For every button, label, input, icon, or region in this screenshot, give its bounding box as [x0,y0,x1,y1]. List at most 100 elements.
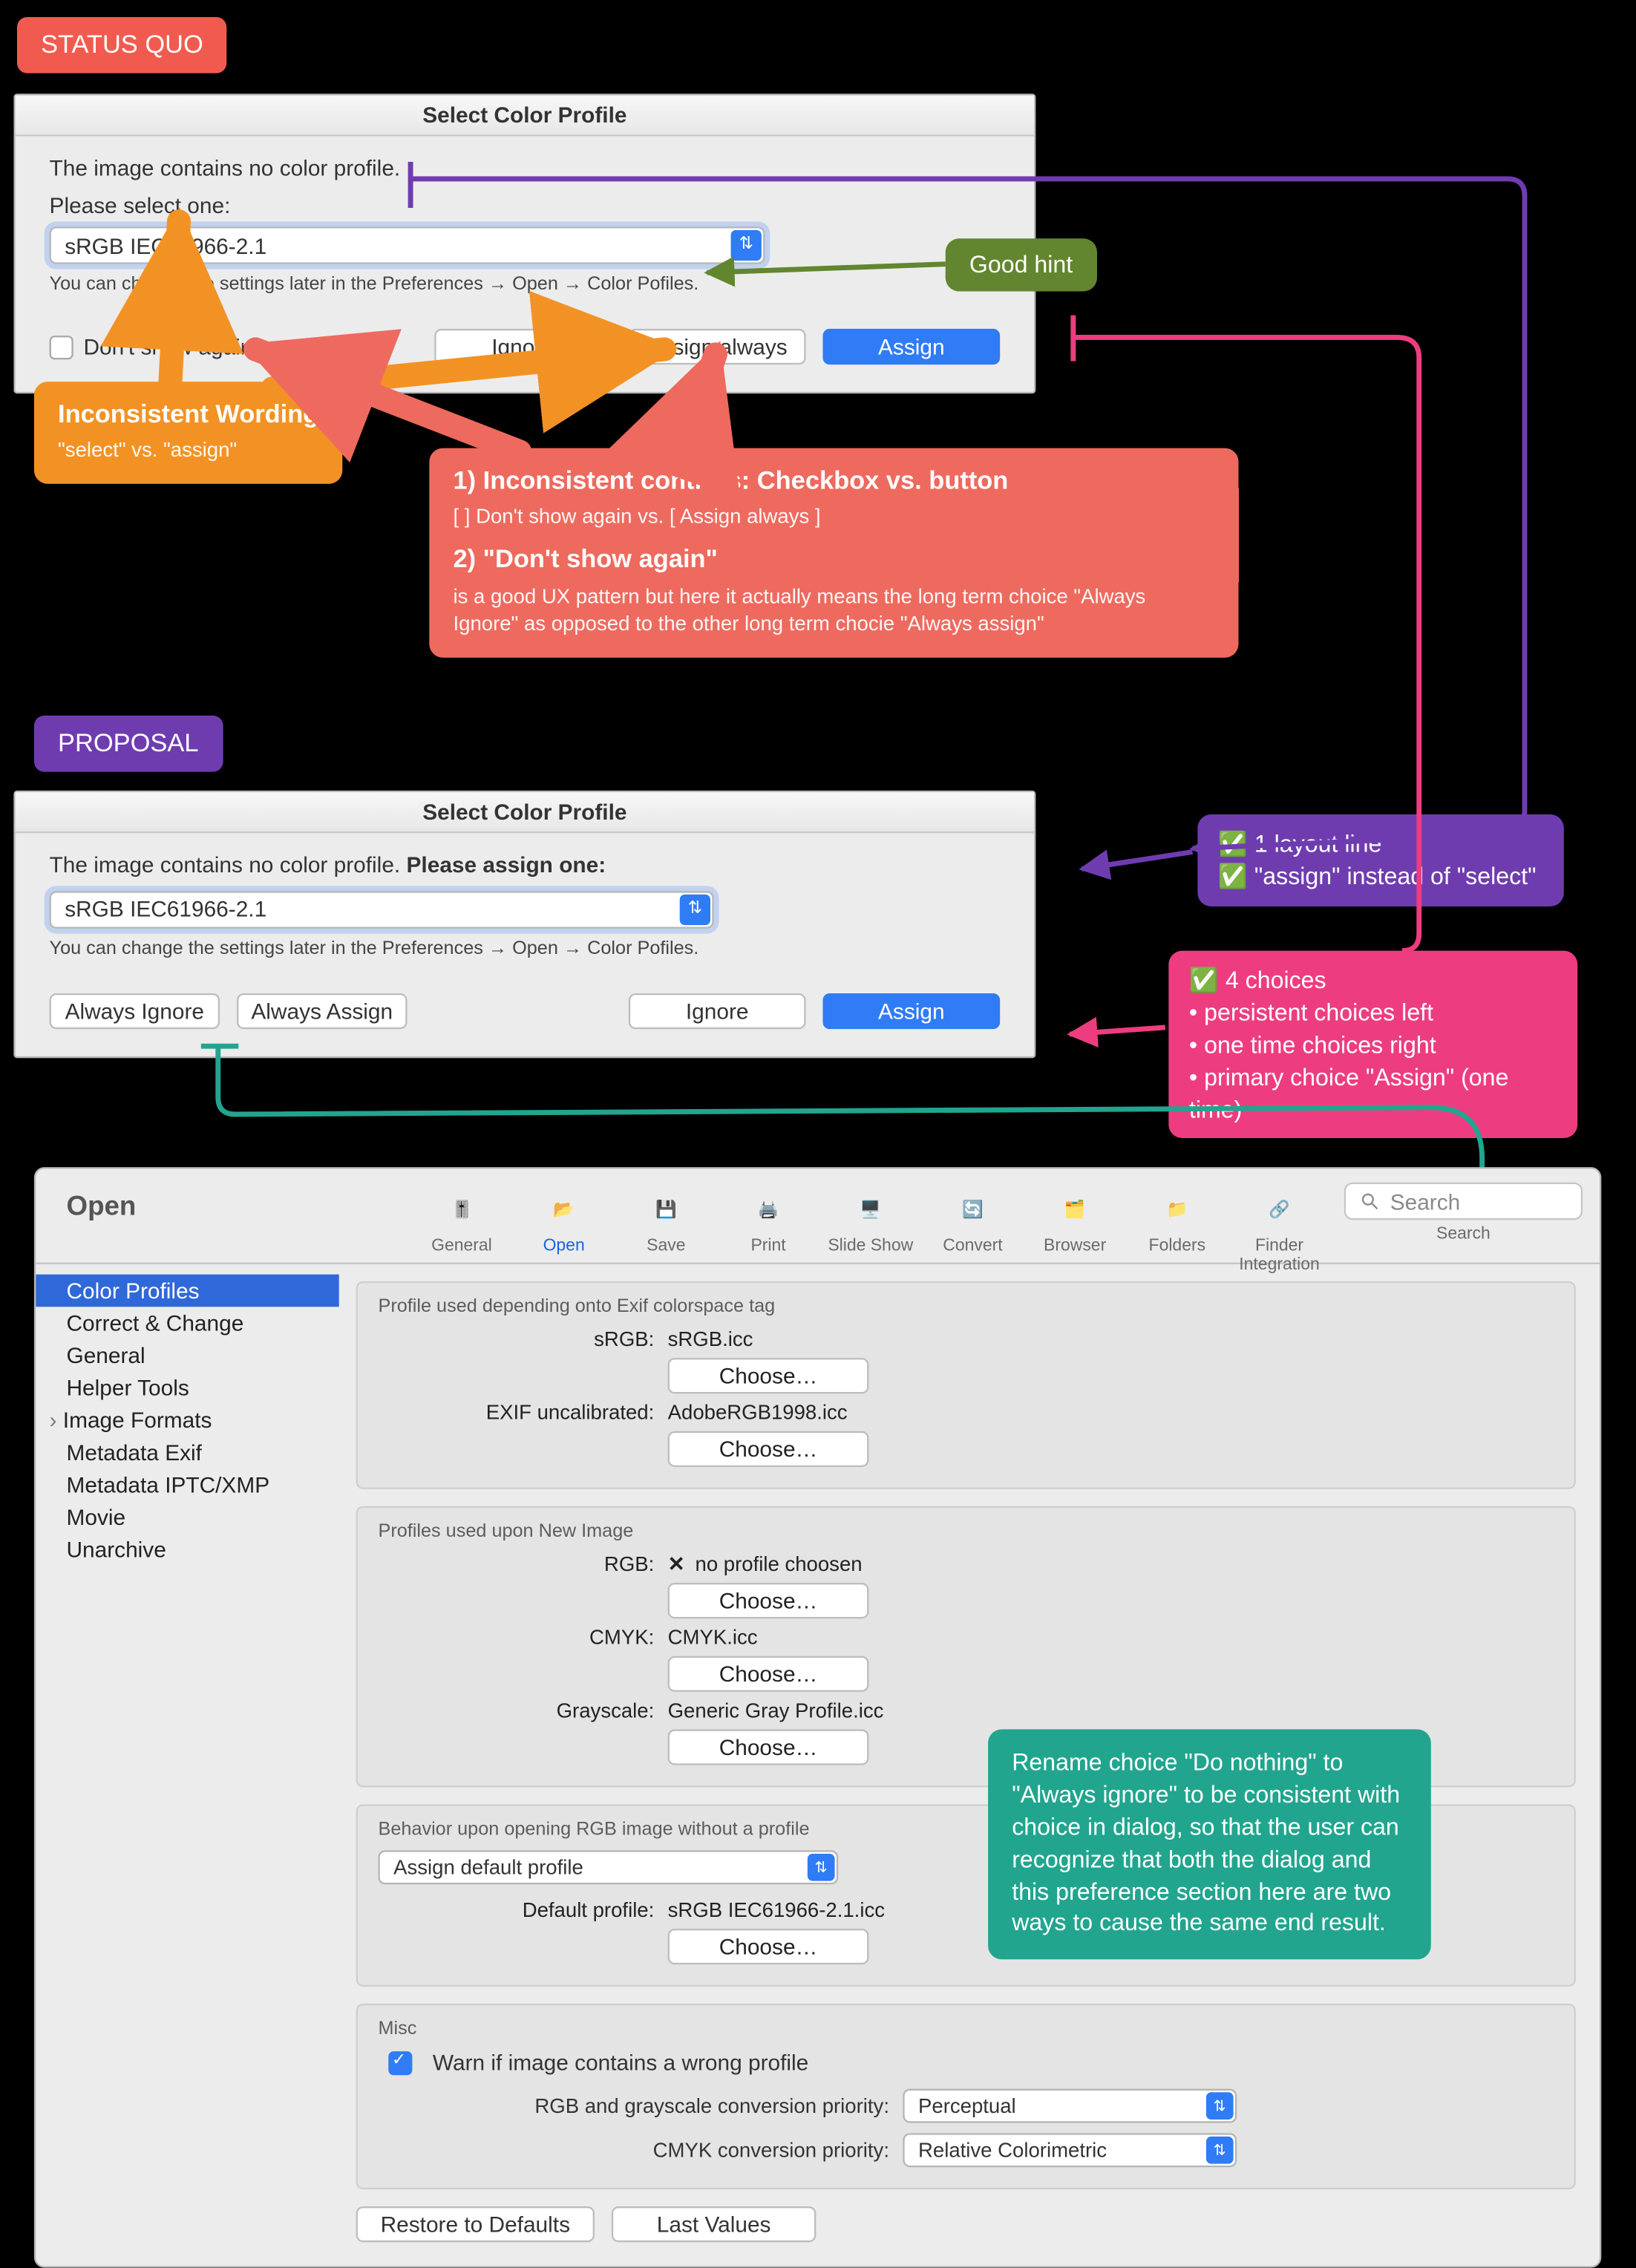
folder-icon: 📁 [1154,1186,1201,1233]
tool-open[interactable]: 📂Open [513,1183,615,1275]
orange-title: Inconsistent Wording [58,399,318,433]
search-placeholder: Search [1390,1189,1461,1214]
sidebar-item-image-formats[interactable]: Image Formats [36,1404,339,1437]
sidebar-item-helper-tools[interactable]: Helper Tools [36,1371,339,1404]
red-title-2: 2) "Don't show again" [453,544,1214,578]
dialog-title: Select Color Profile [16,96,1034,137]
proposal-color-profile-select[interactable]: sRGB IEC61966-2.1 ⇅ [50,890,714,927]
rgb-value: no profile choosen [668,1552,1554,1576]
rgb-choose-button[interactable]: Choose… [668,1583,869,1618]
search-label: Search [1436,1225,1491,1244]
slider-icon: 🎚️ [438,1186,485,1233]
sidebar-item-color-profiles[interactable]: Color Profiles [36,1275,339,1307]
cmyk-choose-button[interactable]: Choose… [668,1656,869,1692]
proposal-assign-button[interactable]: Assign [822,993,1000,1028]
red-annotation: 1) Inconsistent controls: Checkbox vs. b… [429,448,1238,658]
inconsistent-wording-annotation: Inconsistent Wording "select" vs. "assig… [34,382,343,485]
proposal-msg-2: Please assign one: [407,852,606,878]
proposal-msg-1: The image contains no color profile. [50,852,401,878]
panel-exif-colorspace: Profile used depending onto Exif colorsp… [356,1281,1576,1489]
exif-value: AdobeRGB1998.icc [668,1400,1554,1424]
dont-show-again-checkbox[interactable]: Don't show again [50,334,253,359]
sidebar-item-metadata-exif[interactable]: Metadata Exif [36,1437,339,1469]
browser-icon: 🗂️ [1051,1186,1099,1233]
warn-checkbox[interactable] [388,2050,412,2074]
behavior-value: Assign default profile [393,1855,583,1879]
behavior-select[interactable]: Assign default profile ⇅ [378,1850,838,1884]
rgb-priority-value: Perceptual [918,2094,1016,2118]
sidebar-item-metadata-iptc[interactable]: Metadata IPTC/XMP [36,1468,339,1501]
panel4-heading: Misc [378,2019,1554,2040]
status-quo-badge: STATUS QUO [17,17,227,73]
default-choose-button[interactable]: Choose… [668,1929,869,1964]
status-quo-dialog: Select Color Profile The image contains … [13,94,1035,393]
orange-sub: "select" vs. "assign" [58,437,318,464]
last-values-button[interactable]: Last Values [612,2206,816,2242]
pink-line-1: 4 choices [1189,964,1557,996]
rgb-priority-key: RGB and grayscale conversion priority: [378,2094,889,2118]
sidebar-item-movie[interactable]: Movie [36,1501,339,1534]
srgb-key: sRGB: [378,1327,667,1351]
proposal-ignore-button[interactable]: Ignore [629,993,806,1028]
rgb-priority-select[interactable]: Perceptual ⇅ [903,2089,1237,2123]
preferences-toolbar: Open 🎚️General 📂Open 💾Save 🖨️Print 🖥️Sli… [36,1169,1600,1264]
toolbar-icons: 🎚️General 📂Open 💾Save 🖨️Print 🖥️Slide Sh… [410,1183,1330,1275]
gray-value: Generic Gray Profile.icc [668,1699,1554,1722]
tool-convert[interactable]: 🔄Convert [922,1183,1024,1275]
always-ignore-button[interactable]: Always Ignore [50,993,220,1028]
panel2-heading: Profiles used upon New Image [378,1521,1554,1542]
tool-general[interactable]: 🎚️General [410,1183,513,1275]
updown-icon: ⇅ [1206,2092,1234,2120]
tool-slideshow[interactable]: 🖥️Slide Show [819,1183,922,1275]
color-profile-value: sRGB IEC61966-2.1 [65,232,266,258]
exif-choose-button[interactable]: Choose… [668,1431,869,1467]
gray-key: Grayscale: [378,1699,667,1722]
warn-label: Warn if image contains a wrong profile [433,2050,808,2075]
updown-icon: ⇅ [731,230,762,261]
purple-line-2: "assign" instead of "select" [1218,860,1543,892]
rgb-key: RGB: [378,1552,667,1576]
search-icon [1359,1191,1380,1212]
tool-browser[interactable]: 🗂️Browser [1024,1183,1126,1275]
tool-print[interactable]: 🖨️Print [717,1183,819,1275]
red-title-1: 1) Inconsistent controls: Checkbox vs. b… [453,465,1214,500]
cmyk-priority-select[interactable]: Relative Colorimetric ⇅ [903,2133,1237,2167]
dont-show-again-label: Don't show again [83,334,252,359]
ignore-button[interactable]: Ignore [434,329,612,365]
srgb-choose-button[interactable]: Choose… [668,1358,869,1393]
finder-icon: 🔗 [1255,1186,1303,1233]
cmyk-priority-value: Relative Colorimetric [918,2138,1107,2162]
panel1-heading: Profile used depending onto Exif colorsp… [378,1296,1554,1317]
gray-choose-button[interactable]: Choose… [668,1729,869,1765]
checkbox-icon [50,335,73,359]
proposal-color-profile-value: sRGB IEC61966-2.1 [65,896,266,921]
good-hint-annotation: Good hint [946,238,1097,291]
assign-always-button[interactable]: Assign always [629,329,806,365]
exif-key: EXIF uncalibrated: [378,1400,667,1424]
pink-b1: • persistent choices left [1189,996,1557,1028]
sidebar-item-general[interactable]: General [36,1339,339,1372]
preferences-search[interactable]: Search [1344,1183,1583,1220]
red-body-2: is a good UX pattern but here it actuall… [453,582,1214,637]
purple-annotation: 1 layout line "assign" instead of "selec… [1197,814,1563,906]
color-profile-select[interactable]: sRGB IEC61966-2.1 ⇅ [50,226,765,264]
tool-folders[interactable]: 📁Folders [1126,1183,1228,1275]
cmyk-value: CMYK.icc [668,1625,1554,1649]
updown-icon: ⇅ [680,894,710,924]
tool-finder-integration[interactable]: 🔗Finder Integration [1228,1183,1331,1275]
default-profile-key: Default profile: [378,1898,667,1922]
teal-annotation: Rename choice "Do nothing" to "Always ig… [988,1729,1431,1960]
updown-icon: ⇅ [1206,2137,1234,2164]
proposal-dialog: Select Color Profile The image contains … [13,791,1035,1057]
pink-b2: • one time choices right [1189,1029,1557,1061]
always-assign-button[interactable]: Always Assign [237,993,408,1028]
printer-icon: 🖨️ [745,1186,792,1233]
sidebar-item-unarchive[interactable]: Unarchive [36,1534,339,1566]
tool-save[interactable]: 💾Save [615,1183,717,1275]
restore-defaults-button[interactable]: Restore to Defaults [356,2206,595,2242]
proposal-message: The image contains no color profile. Ple… [50,850,1001,880]
assign-button[interactable]: Assign [822,329,1000,365]
sidebar-item-correct-change[interactable]: Correct & Change [36,1307,339,1339]
preferences-sidebar: Color Profiles Correct & Change General … [36,1264,339,2266]
dialog-message-1: The image contains no color profile. [50,154,1001,183]
